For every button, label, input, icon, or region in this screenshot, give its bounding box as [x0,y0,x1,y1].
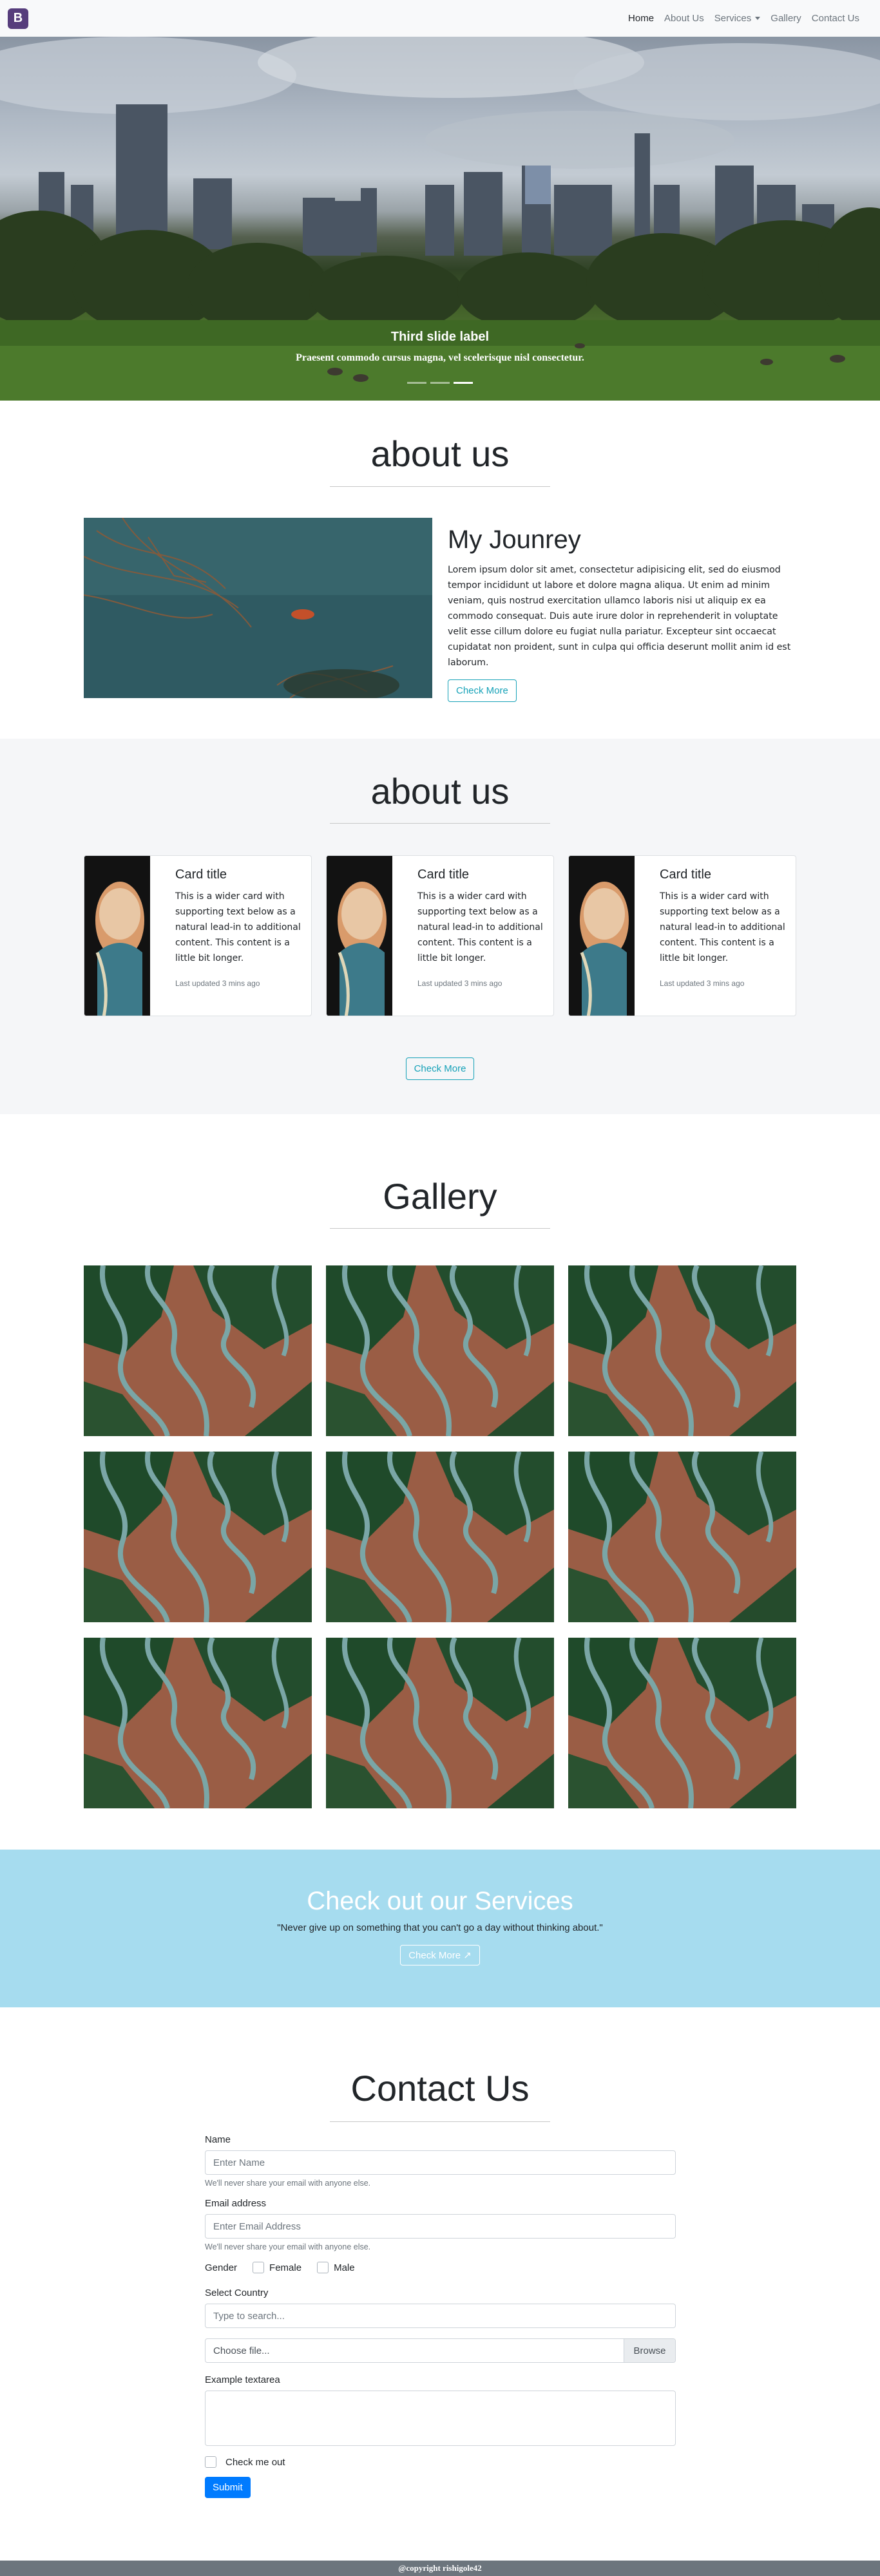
carousel-indicator-2[interactable] [430,382,450,384]
about-us-cards-title: about us [370,771,510,811]
female-checkbox[interactable] [253,2262,265,2273]
female-label: Female [269,2262,302,2273]
contact-form: Name Enter Name We'll never share your e… [205,2134,676,2498]
about-us-divider [330,486,550,487]
services-title: Check out our Services [307,1887,573,1915]
card-title: Card title [660,867,712,882]
cards-check-more-button[interactable]: Check More [405,1057,475,1080]
file-input[interactable]: Choose file... Browse [205,2338,676,2363]
nav-contact-us[interactable]: Contact Us [807,13,865,24]
services-button-label: Check More [408,1950,461,1961]
gallery-image [84,1638,312,1808]
nav-gallery[interactable]: Gallery [765,13,807,24]
cards-button-row: Check More [0,1057,880,1080]
contact-title: Contact Us [350,2068,530,2108]
gallery-image [84,1452,312,1622]
card-updated: Last updated 3 mins ago [660,979,745,988]
carousel-indicator-3[interactable] [454,382,473,384]
card-text: This is a wider card with supporting tex… [660,891,785,963]
gender-label: Gender [205,2262,238,2273]
carousel-caption-text: Praesent commodo cursus magna, vel scele… [296,352,584,363]
check-me-checkbox[interactable] [205,2456,216,2468]
card-image-cave-beach [84,856,150,1016]
contact-divider [330,2121,550,2122]
footer: @copyright rishigole42 [0,2561,880,2576]
brand-logo[interactable]: B [8,8,28,29]
file-name: Choose file... [213,2345,270,2356]
check-me-row: Check me out [205,2456,676,2468]
nav-home[interactable]: Home [623,13,659,24]
email-help: We'll never share your email with anyone… [205,2242,371,2251]
card: Card title This is a wider card with sup… [568,855,796,1016]
name-label: Name [205,2134,231,2145]
male-label: Male [334,2262,355,2273]
about-body: Lorem ipsum dolor sit amet, consectetur … [448,565,791,668]
gallery-image [84,1265,312,1436]
services-check-more-button[interactable]: Check More ↗ [400,1945,480,1965]
navbar: B Home About Us Services Gallery Contact… [0,0,880,37]
card-title: Card title [175,867,227,882]
external-link-icon: ↗ [463,1950,472,1961]
country-search-input[interactable]: Type to search... [205,2304,676,2328]
hero-carousel[interactable]: Third slide label Praesent commodo cursu… [0,37,880,401]
country-label: Select Country [205,2287,269,2298]
about-check-more-button[interactable]: Check More [448,679,517,702]
nav-services-label: Services [714,13,752,24]
carousel-caption-title: Third slide label [390,330,490,344]
services-quote: "Never give up on something that you can… [277,1922,603,1933]
card-updated: Last updated 3 mins ago [417,979,502,988]
about-us-cards-divider [330,823,550,824]
nav-services-dropdown[interactable]: Services [709,13,766,24]
male-checkbox[interactable] [317,2262,329,2273]
gallery-image [326,1638,554,1808]
caret-down-icon [755,17,761,20]
gender-row: Gender Female Male [205,2262,676,2273]
card: Card title This is a wider card with sup… [84,855,312,1016]
about-image-water-branches [84,518,432,698]
submit-button[interactable]: Submit [205,2477,251,2498]
card-image-cave-beach [327,856,392,1016]
nav-about-us[interactable]: About Us [659,13,709,24]
card-image-cave-beach [569,856,635,1016]
check-me-label: Check me out [225,2456,285,2468]
card-body: Card title This is a wider card with sup… [150,856,311,988]
about-heading: My Jounrey [448,526,581,554]
footer-copyright: @copyright rishigole42 [398,2563,482,2573]
textarea-label: Example textarea [205,2374,280,2385]
nav-links: Home About Us Services Gallery Contact U… [623,13,865,24]
gallery-image [326,1452,554,1622]
services-banner: Check out our Services "Never give up on… [0,1850,880,2007]
name-help: We'll never share your email with anyone… [205,2179,371,2188]
browse-button[interactable]: Browse [624,2339,675,2362]
name-input[interactable]: Enter Name [205,2150,676,2175]
card-text: This is a wider card with supporting tex… [175,891,301,963]
card-title: Card title [417,867,470,882]
example-textarea[interactable] [205,2391,676,2446]
card-updated: Last updated 3 mins ago [175,979,260,988]
card-body: Card title This is a wider card with sup… [635,856,796,988]
gallery-image [568,1265,796,1436]
email-input[interactable]: Enter Email Address [205,2214,676,2239]
gallery-image [568,1452,796,1622]
gallery-image [326,1265,554,1436]
card-body: Card title This is a wider card with sup… [392,856,553,988]
carousel-indicator-1[interactable] [407,382,426,384]
gallery-divider [330,1228,550,1229]
email-label: Email address [205,2198,267,2209]
about-text-block: My Jounrey Lorem ipsum dolor sit amet, c… [448,526,796,702]
about-us-title: about us [370,433,510,474]
card: Card title This is a wider card with sup… [326,855,554,1016]
carousel-indicators [0,382,880,384]
card-text: This is a wider card with supporting tex… [417,891,543,963]
gallery-image [568,1638,796,1808]
gallery-title: Gallery [383,1176,497,1217]
carousel-caption: Third slide label Praesent commodo cursu… [0,330,880,364]
